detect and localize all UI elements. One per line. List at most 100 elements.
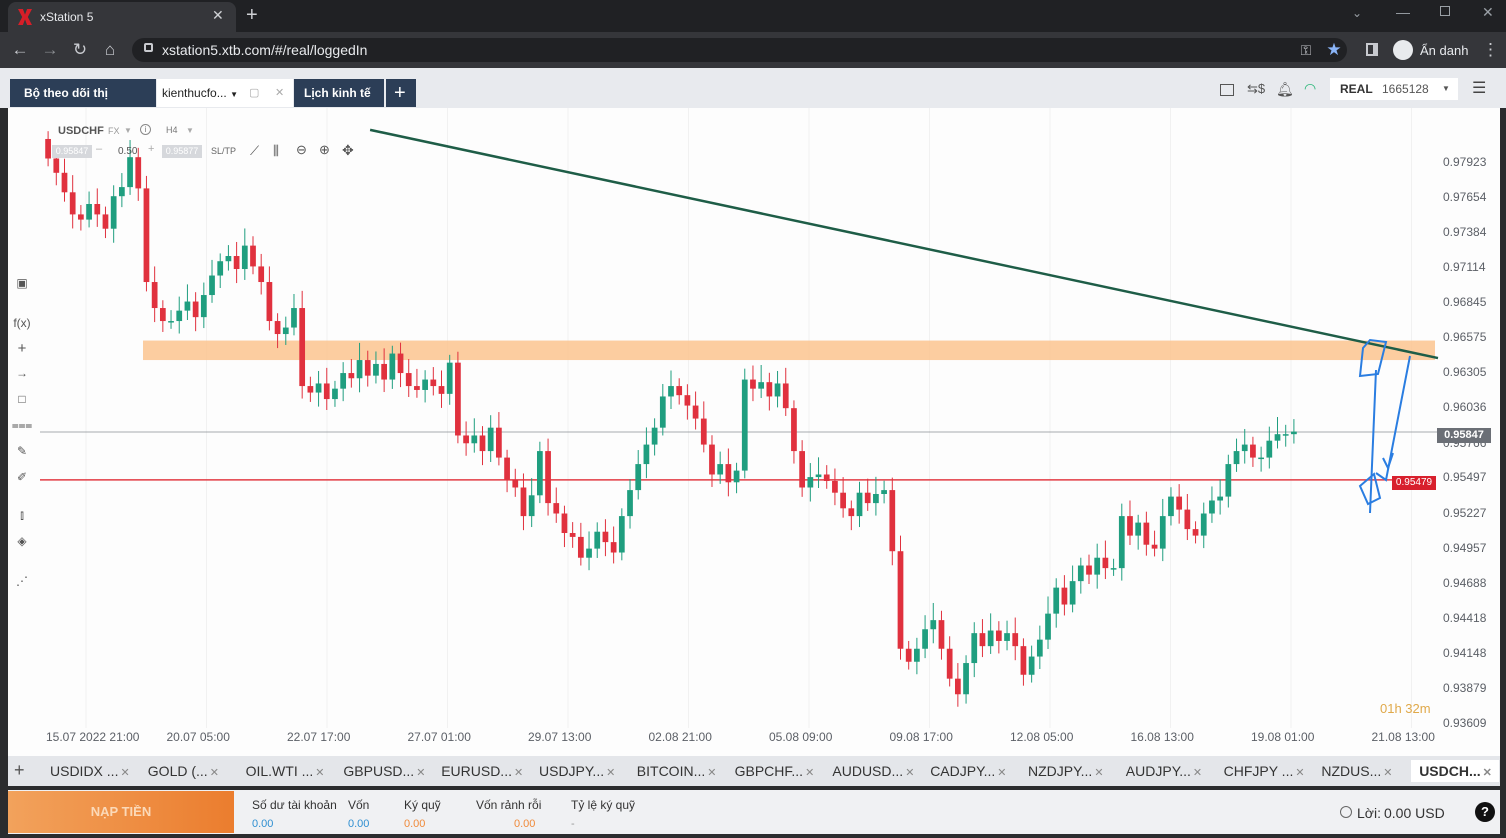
add-instrument-icon[interactable]: + [14,760,25,781]
instrument-tab[interactable]: NZDJPY... ✕ [1020,760,1116,782]
zoom-out-icon[interactable]: ⊖ [296,142,307,158]
candle-body [791,408,797,452]
move-icon[interactable]: ✥ [342,142,354,159]
equity-value: 0.00 [348,818,370,830]
indicators-fx-icon[interactable]: f(x) [8,316,36,330]
close-instrument-icon[interactable]: ✕ [120,767,129,779]
hamburger-menu-icon[interactable]: ☰ [1472,78,1486,98]
new-tab-icon[interactable]: + [246,4,258,27]
info-icon[interactable]: i [140,124,151,135]
volume-input[interactable]: 0.50 [118,146,137,157]
sidepanel-icon[interactable] [1366,43,1378,56]
pen-tool-icon[interactable]: ✎ [8,444,36,458]
timeframe-selector[interactable]: H4 [166,125,178,135]
account-type: REAL [1340,82,1373,96]
key-icon[interactable]: ⚿ [1296,38,1316,62]
zoom-in-icon[interactable]: ⊕ [319,142,330,158]
candle-settings-icon[interactable]: ⫾ [8,508,36,523]
account-selector[interactable]: REAL 1665128 ▼ [1330,78,1458,100]
close-instrument-icon[interactable]: ✕ [416,767,425,779]
share-icon[interactable]: ⋰ [8,574,36,588]
close-instrument-icon[interactable]: ✕ [514,767,523,779]
close-instrument-icon[interactable]: ✕ [707,767,716,779]
brush-tool-icon[interactable]: ✐ [8,470,36,484]
candle-body [914,648,920,662]
browser-tab-title: xStation 5 [40,10,94,24]
candle-body [422,379,428,390]
window-close-icon[interactable]: ✕ [1482,4,1494,21]
candle-body [758,382,765,389]
instrument-tab[interactable]: NZDUS... ✕ [1313,760,1409,782]
instrument-tab[interactable]: GBPCHF... ✕ [727,760,823,782]
sell-price-button[interactable]: 0.95847 [52,145,92,158]
instrument-tab[interactable]: USDIDX ... ✕ [42,760,138,782]
forward-icon[interactable]: → [38,38,62,62]
instrument-tab[interactable]: AUDJPY... ✕ [1118,760,1214,782]
close-instrument-icon[interactable]: ✕ [1295,767,1304,779]
layers-icon[interactable]: ◈ [8,534,36,548]
instrument-tab[interactable]: GBPUSD... ✕ [335,760,431,782]
buy-price-button[interactable]: 0.95877 [162,145,202,158]
add-workspace-button[interactable]: + [386,79,416,107]
instrument-tab[interactable]: CHFJPY ... ✕ [1216,760,1312,782]
reload-icon[interactable]: ↻ [68,38,92,62]
instrument-tab[interactable]: EURUSD... ✕ [433,760,529,782]
close-instrument-icon[interactable]: ✕ [905,767,914,779]
instrument-tab[interactable]: USDCH... ✕ [1411,760,1500,782]
instrument-tab[interactable]: OIL.WTI ... ✕ [238,760,334,782]
bookmark-star-icon[interactable]: ★ [1324,38,1344,62]
chart-type-icon[interactable]: ▣ [8,276,36,290]
home-icon[interactable]: ⌂ [98,38,122,62]
line-tool-icon[interactable]: → [8,366,36,380]
browser-menu-icon[interactable]: ⋮ [1482,38,1499,62]
detach-icon[interactable]: ▢ [249,79,259,107]
volume-decrease-button[interactable]: – [96,143,102,155]
instrument-tab-label: CHFJPY ... [1223,763,1294,779]
profit-value: 0.00 USD [1384,805,1445,821]
fibonacci-icon[interactable]: ⩶ [8,418,36,433]
tab-economic-calendar[interactable]: Lịch kinh tế [294,79,384,107]
tab-search-icon[interactable]: ⌄ [1352,6,1362,20]
candle-body [1274,434,1281,441]
volume-increase-button[interactable]: + [148,143,154,155]
help-icon[interactable]: ? [1475,802,1495,822]
minimize-icon[interactable]: — [1396,4,1410,20]
chevron-down-icon[interactable]: ▼ [124,126,132,135]
close-instrument-icon[interactable]: ✕ [805,767,814,779]
url-input[interactable]: xstation5.xtb.com/#/real/loggedIn [132,38,1347,62]
close-instrument-icon[interactable]: ✕ [997,767,1006,779]
close-instrument-icon[interactable]: ✕ [1193,767,1202,779]
lock-icon [144,43,153,52]
close-workspace-icon[interactable]: ✕ [275,79,284,107]
indicator-icon[interactable]: ⟋ [250,143,259,159]
tab-user-workspace[interactable]: kienthucfo... ▼ ▢ ✕ [157,79,293,107]
rectangle-tool-icon[interactable]: □ [8,392,36,406]
maximize-icon[interactable] [1440,6,1450,16]
tab-market-watch[interactable]: Bộ theo dõi thị trường [10,79,156,128]
candle-body [897,551,904,649]
crosshair-icon[interactable]: + [8,340,36,357]
instrument-tab[interactable]: BITCOIN... ✕ [629,760,725,782]
chart-area[interactable] [8,108,1500,756]
browser-tab[interactable]: xStation 5 ✕ [8,2,236,32]
back-icon[interactable]: ← [8,38,32,62]
layout-icon[interactable] [1220,84,1234,96]
close-instrument-icon[interactable]: ✕ [210,767,219,779]
instrument-tab[interactable]: AUDUSD... ✕ [824,760,920,782]
currency-exchange-icon[interactable]: ⇆$ [1247,81,1265,97]
candle-type-icon[interactable]: ⫼ [273,143,279,159]
close-instrument-icon[interactable]: ✕ [1094,767,1103,779]
sltp-button[interactable]: SL/TP [211,146,236,156]
instrument-tab[interactable]: USDJPY... ✕ [531,760,627,782]
instrument-tab[interactable]: CADJPY... ✕ [922,760,1018,782]
incognito-avatar[interactable] [1393,40,1413,60]
price-chart[interactable] [8,108,1500,756]
close-instrument-icon[interactable]: ✕ [1383,767,1392,779]
deposit-button[interactable]: NẠP TIỀN [8,791,234,833]
bell-icon[interactable]: 🔔︎ [1276,81,1294,98]
close-instrument-icon[interactable]: ✕ [606,767,615,779]
instrument-tab[interactable]: GOLD (... ✕ [140,760,236,782]
close-tab-icon[interactable]: ✕ [212,7,224,24]
close-instrument-icon[interactable]: ✕ [315,767,324,779]
close-instrument-icon[interactable]: ✕ [1483,767,1492,779]
